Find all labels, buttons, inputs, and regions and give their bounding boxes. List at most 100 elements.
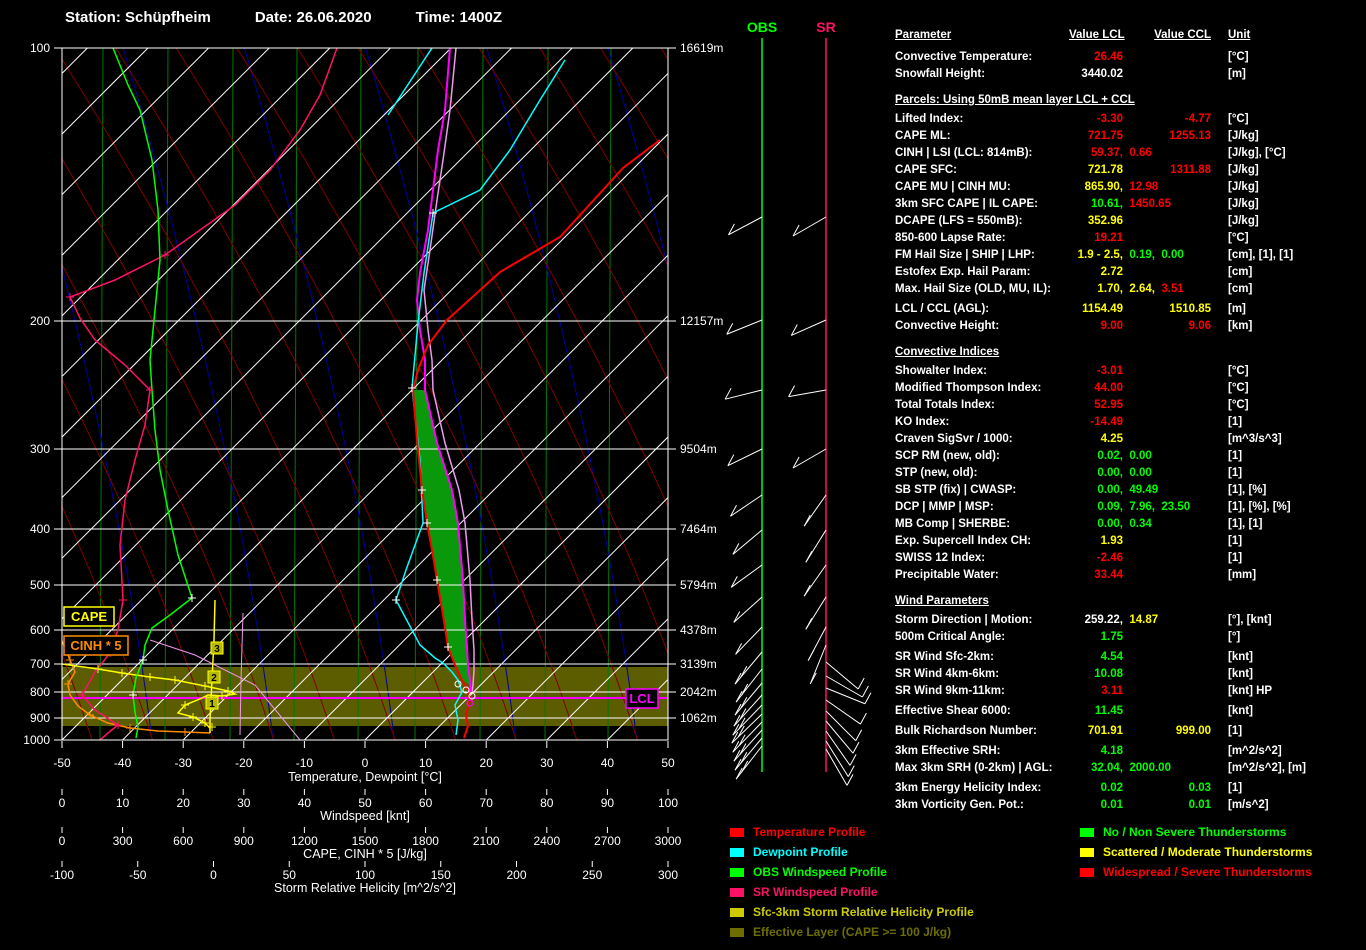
temperature-tick-label: -40	[114, 756, 132, 770]
severity-legend-item: Widespread / Severe Thunderstorms	[1080, 862, 1312, 882]
param-extra-values: 2.64, 3.51	[1123, 281, 1184, 298]
param-label: STP (new, old):	[895, 465, 1069, 482]
param-label: SCP RM (new, old):	[895, 448, 1069, 465]
cape-tick-label: 900	[234, 834, 254, 848]
profile-legend-item: Effective Layer (CAPE >= 100 J/kg)	[730, 922, 974, 942]
param-row: CAPE SFC:721.781311.88[J/kg]	[895, 162, 1360, 179]
wind-barb	[735, 738, 762, 770]
param-row: Estofex Exp. Hail Param:2.72[cm]	[895, 264, 1360, 281]
srh-tick-label: 250	[582, 868, 602, 882]
param-row: LCL / CCL (AGL):1154.491510.85[m]	[895, 301, 1360, 318]
param-value-lcl: 0.00,	[1069, 482, 1123, 499]
cape-tick-label: 3000	[655, 834, 682, 848]
param-label: Craven SigSvr / 1000:	[895, 431, 1069, 448]
param-value-lcl: -3.30	[1069, 111, 1123, 128]
temperature-tick-label: -10	[296, 756, 314, 770]
param-row: Lifted Index:-3.30-4.77[°C]	[895, 111, 1360, 128]
param-value-lcl: 0.01	[1069, 797, 1123, 814]
wind-barb	[734, 730, 762, 761]
param-extra-value: 0.19,	[1123, 249, 1155, 261]
param-unit: [°C]	[1228, 397, 1249, 414]
wind-barb	[728, 217, 762, 235]
param-extra-values: 0.00	[1123, 465, 1152, 482]
param-label: Total Totals Index:	[895, 397, 1069, 414]
param-row: Exp. Supercell Index CH:1.93[1]	[895, 533, 1360, 550]
param-unit: [knt]	[1228, 649, 1253, 666]
param-label: Convective Height:	[895, 318, 1069, 335]
param-row: 3km Vorticity Gen. Pot.:0.010.01[m/s^2]	[895, 797, 1360, 814]
wind-barb	[731, 565, 762, 587]
param-label: Estofex Exp. Hail Param:	[895, 264, 1069, 281]
height-marker-digit: 1	[209, 699, 215, 710]
param-unit: [m/s^2]	[1228, 797, 1269, 814]
wind-barb	[826, 749, 853, 785]
param-unit: [J/kg]	[1228, 162, 1259, 179]
param-mid: 1510.85	[1123, 301, 1226, 318]
param-label: Convective Temperature:	[895, 49, 1069, 66]
altitude-tick-label: 12157m	[680, 314, 723, 328]
cape-tick-label: 300	[113, 834, 133, 848]
param-mid	[1123, 649, 1226, 666]
param-unit: [°C]	[1228, 363, 1249, 380]
param-value-lcl: -3.01	[1069, 363, 1123, 380]
wind-barb	[735, 652, 762, 684]
param-extra-value: 49.49	[1123, 484, 1158, 496]
param-value-lcl: 11.45	[1069, 703, 1123, 720]
windspeed-tick-label: 10	[116, 796, 130, 810]
param-value-lcl: -2.46	[1069, 550, 1123, 567]
pressure-tick-label: 900	[30, 711, 50, 725]
param-label: SB STP (fix) | CWASP:	[895, 482, 1069, 499]
param-label: FM Hail Size | SHIP | LHP:	[895, 247, 1069, 264]
param-mid: 0.00	[1123, 448, 1226, 465]
param-mid	[1123, 431, 1226, 448]
param-mid: 0.34	[1123, 516, 1226, 533]
param-row: 3km Energy Helicity Index:0.020.03[1]	[895, 780, 1360, 797]
param-row: Storm Direction | Motion:259.22, 14.87[°…	[895, 612, 1360, 629]
windspeed-tick-label: 70	[480, 796, 494, 810]
param-value-lcl: 701.91	[1069, 723, 1123, 740]
param-row: 500m Critical Angle:1.75[°]	[895, 629, 1360, 646]
param-unit: [knt]	[1228, 666, 1253, 683]
param-label: Snowfall Height:	[895, 66, 1069, 83]
param-value-ccl: 0.03	[1189, 780, 1211, 797]
param-unit: [m^2/s^2], [m]	[1228, 760, 1306, 777]
param-mid: 49.49	[1123, 482, 1226, 499]
param-row: SB STP (fix) | CWASP:0.00, 49.49[1], [%]	[895, 482, 1360, 499]
param-mid: 1255.13	[1123, 128, 1226, 145]
param-label: Exp. Supercell Index CH:	[895, 533, 1069, 550]
param-unit: [m^2/s^2]	[1228, 743, 1282, 760]
param-value-lcl: 352.96	[1069, 213, 1123, 230]
param-label: CINH | LSI (LCL: 814mB):	[895, 145, 1069, 162]
param-unit: [J/kg]	[1228, 213, 1259, 230]
param-unit: [°C]	[1228, 380, 1249, 397]
cinh-label: CINH * 5	[70, 638, 121, 653]
param-value-lcl: 0.00,	[1069, 465, 1123, 482]
param-value-lcl: 1.93	[1069, 533, 1123, 550]
wind-barb	[730, 495, 762, 516]
param-mid	[1123, 666, 1226, 683]
param-value-lcl: 2.72	[1069, 264, 1123, 281]
lcl-label: LCL	[629, 691, 654, 706]
param-value-lcl: 259.22,	[1069, 612, 1123, 629]
param-label: SR Wind Sfc-2km:	[895, 649, 1069, 666]
param-value-lcl: 3440.02	[1069, 66, 1123, 83]
param-mid	[1123, 397, 1226, 414]
pressure-tick-label: 1000	[23, 733, 50, 747]
param-label: Storm Direction | Motion:	[895, 612, 1069, 629]
temperature-tick-label: 40	[601, 756, 615, 770]
param-label: SR Wind 9km-11km:	[895, 683, 1069, 700]
param-extra-values: 49.49	[1123, 482, 1158, 499]
effective-layer-band	[62, 667, 668, 726]
pressure-tick-label: 200	[30, 314, 50, 328]
wind-barb	[826, 711, 862, 741]
param-mid	[1123, 533, 1226, 550]
param-extra-value: 23.50	[1155, 501, 1190, 513]
windspeed-tick-label: 40	[298, 796, 312, 810]
temperature-tick-label: -20	[235, 756, 253, 770]
param-row: Modified Thompson Index:44.00[°C]	[895, 380, 1360, 397]
param-mid: 999.00	[1123, 723, 1226, 740]
col-value-ccl: Value CCL	[1154, 27, 1211, 44]
param-mid: 2.64, 3.51	[1123, 281, 1226, 298]
windspeed-tick-label: 30	[237, 796, 251, 810]
temperature-tick-label: -30	[175, 756, 193, 770]
